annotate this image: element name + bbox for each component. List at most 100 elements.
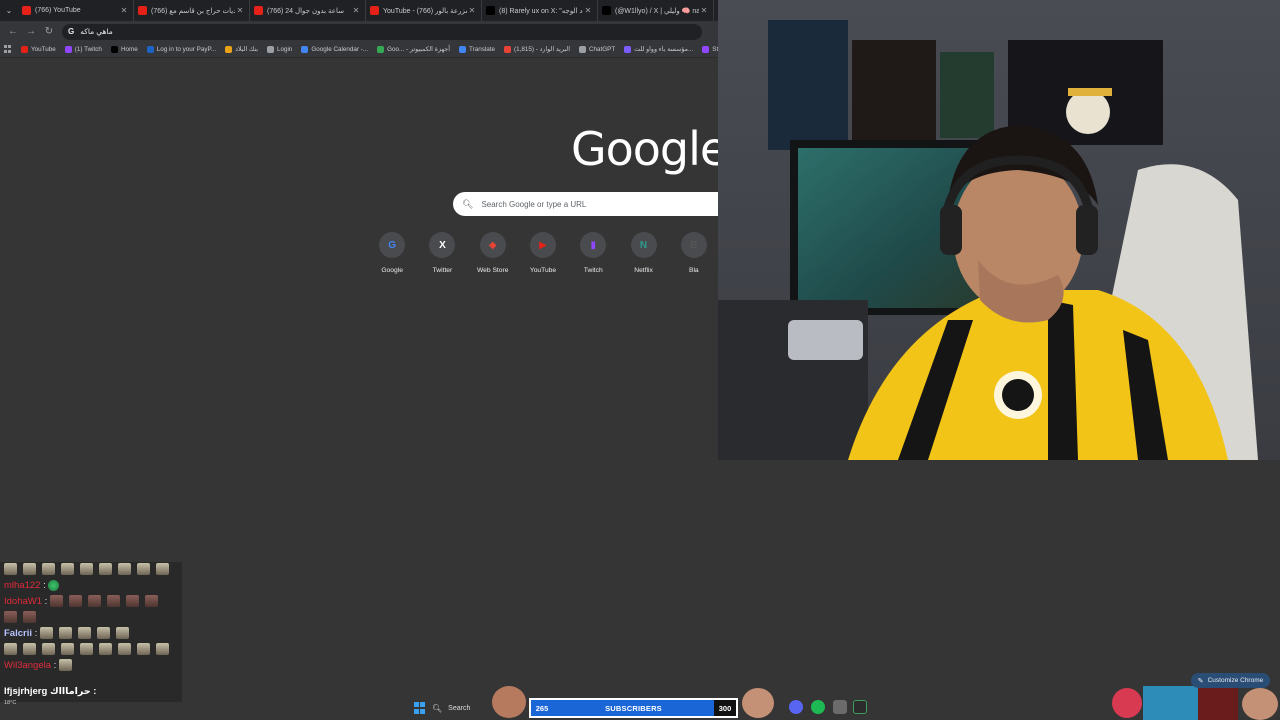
back-icon[interactable]: ←	[4, 23, 22, 41]
chat-nick: IdohaW1	[4, 596, 43, 607]
weather-widget[interactable]: 18°C	[4, 700, 16, 706]
tab-search-icon[interactable]: ⌄	[0, 0, 18, 21]
customize-chrome-button[interactable]: ✎ Customize Chrome	[1191, 673, 1270, 688]
avatar-sticker-left	[492, 686, 526, 718]
shortcut-label: Web Store	[476, 267, 509, 274]
shortcut-label: Netflix	[634, 267, 653, 274]
chat-row-emotes-2	[0, 610, 182, 626]
bookmark-label: البريد الوارد - (1,815)	[514, 46, 570, 53]
chat-message: Wil3angela :	[0, 658, 182, 674]
brand-logo-icon	[1112, 688, 1142, 718]
browser-tab[interactable]: YouTube - (766) مزرعة بالور ✕	[366, 0, 482, 21]
bookmark-favicon-icon	[110, 46, 118, 53]
bookmark-item[interactable]: مؤسسة باء وواو للت...	[624, 46, 693, 53]
close-icon[interactable]: ✕	[235, 6, 245, 15]
close-icon[interactable]: ✕	[351, 6, 361, 15]
address-text: ماهي ماكه	[80, 27, 113, 36]
subs-goal: 300	[714, 700, 736, 716]
tab-favicon-icon	[486, 6, 495, 15]
browser-tab[interactable]: (766) 24 ساعة بدون جوال ✕	[250, 0, 366, 21]
browser-tab[interactable]: (766) YouTube ✕	[18, 0, 134, 21]
discord-icon[interactable]	[789, 700, 803, 714]
browser-tab[interactable]: (8) Rarely ux on X: "سواد الوجه✕	[482, 0, 598, 21]
bookmark-item[interactable]: Login	[266, 46, 293, 53]
bookmark-item[interactable]: Goo... - أجهزة الكمبيوتر	[377, 46, 450, 53]
bookmark-favicon-icon	[301, 46, 309, 53]
bookmark-item[interactable]: ChatGPT	[578, 46, 615, 53]
forward-icon[interactable]: →	[22, 23, 40, 41]
browser-toolbar: ← → ↻ G ماهي ماكه	[0, 21, 720, 42]
bookmark-favicon-icon	[21, 46, 28, 53]
shortcut-tile[interactable]: B Bla	[669, 232, 719, 274]
available-now-badge	[1198, 688, 1238, 720]
bookmark-favicon-icon	[578, 46, 586, 53]
bookmark-favicon-icon	[504, 46, 512, 53]
bookmark-label: Goo... - أجهزة الكمبيوتر	[387, 46, 450, 53]
chat-text: حراماااك :	[49, 686, 97, 697]
bookmark-item[interactable]: Translate	[459, 46, 495, 53]
bookmark-label: Home	[120, 46, 138, 53]
taskbar-search[interactable]: 🔍︎ Search	[432, 700, 496, 716]
bookmark-item[interactable]: البريد الوارد - (1,815)	[504, 46, 570, 53]
shortcut-icon: G	[379, 232, 406, 258]
shortcut-tile[interactable]: G Google	[367, 232, 417, 274]
bookmark-favicon-icon	[266, 46, 274, 53]
shortcut-label: Twitter	[432, 267, 453, 274]
shortcut-label: Bla	[688, 267, 699, 274]
bookmark-favicon-icon	[377, 46, 385, 53]
shortcut-label: Google	[381, 267, 403, 274]
bookmark-favicon-icon	[702, 46, 710, 53]
chat-row-emotes-1	[0, 562, 182, 578]
shortcut-tile[interactable]: ▶ YouTube	[518, 232, 568, 274]
browser-tab[interactable]: (@W1llyo) / X | وليلي 🧠 nali✕	[598, 0, 714, 21]
tab-title: (766) YouTube	[35, 7, 81, 14]
bookmark-item[interactable]: Log in to your PayP...	[146, 46, 217, 53]
google-logo: Google	[571, 122, 728, 176]
spotify-icon[interactable]	[811, 700, 825, 714]
shortcut-tile[interactable]: ▮ Twitch	[568, 232, 618, 274]
windows-start-icon[interactable]	[414, 702, 426, 714]
search-icon: 🔍︎	[462, 198, 474, 209]
shortcut-tile[interactable]: N Netflix	[618, 232, 668, 274]
reload-icon[interactable]: ↻	[40, 23, 58, 41]
bookmark-label: Login	[276, 46, 293, 53]
bookmark-item[interactable]: (1) Twitch	[64, 46, 102, 53]
close-icon[interactable]: ✕	[583, 6, 593, 15]
shortcut-icon: ◆	[479, 232, 506, 258]
tab-title: (766) 24 ساعة بدون جوال	[267, 7, 344, 15]
terminal-icon[interactable]	[853, 700, 867, 714]
close-icon[interactable]: ✕	[467, 6, 477, 15]
bookmark-item[interactable]: بنك البلاد	[225, 46, 258, 53]
apps-grid-icon[interactable]	[4, 45, 11, 54]
tab-favicon-icon	[138, 6, 147, 15]
chat-nick: Wil3angela	[4, 660, 51, 671]
subs-label: SUBSCRIBERS	[605, 703, 662, 713]
address-bar[interactable]: G ماهي ماكه	[62, 23, 702, 40]
bookmark-label: Log in to your PayP...	[156, 46, 217, 53]
webcam-image	[718, 0, 1280, 460]
browser-tab[interactable]: (766) تحديات حراج بن قاسم مع✕	[134, 0, 250, 21]
bookmark-label: Translate	[469, 46, 496, 53]
ntp-search-box[interactable]: 🔍︎ Search Google or type a URL	[453, 192, 718, 216]
bookmark-item[interactable]: YouTube	[21, 46, 56, 53]
bookmark-item[interactable]: Home	[110, 46, 138, 53]
shortcut-tile[interactable]: X Twitter	[417, 232, 467, 274]
tab-title: (@W1llyo) / X | وليلي 🧠 nali	[615, 7, 699, 15]
shortcut-icon: X	[429, 232, 456, 258]
avatar-sticker-corner	[1242, 688, 1278, 720]
search-placeholder: Search Google or type a URL	[481, 199, 587, 209]
bookmark-item[interactable]: Google Calendar -...	[301, 46, 368, 53]
avatar-sticker-right	[742, 688, 774, 718]
subscriber-goal-bar: 265 SUBSCRIBERS 300	[529, 698, 738, 718]
app-icon[interactable]	[833, 700, 847, 714]
tab-favicon-icon	[254, 6, 263, 15]
close-icon[interactable]: ✕	[119, 6, 129, 15]
shortcut-tile[interactable]: ◆ Web Store	[468, 232, 518, 274]
bookmark-label: (1) Twitch	[74, 46, 102, 53]
stream-chat: mlha122 : IdohaW1 : Falcrii : Wil3angela…	[0, 562, 182, 702]
bookmark-label: YouTube	[31, 46, 56, 53]
close-icon[interactable]: ✕	[699, 6, 709, 15]
bookmark-label: مؤسسة باء وواو للت...	[634, 46, 694, 53]
bookmark-favicon-icon	[225, 46, 233, 53]
chat-nick: lfjsjrhjerg	[4, 686, 48, 697]
